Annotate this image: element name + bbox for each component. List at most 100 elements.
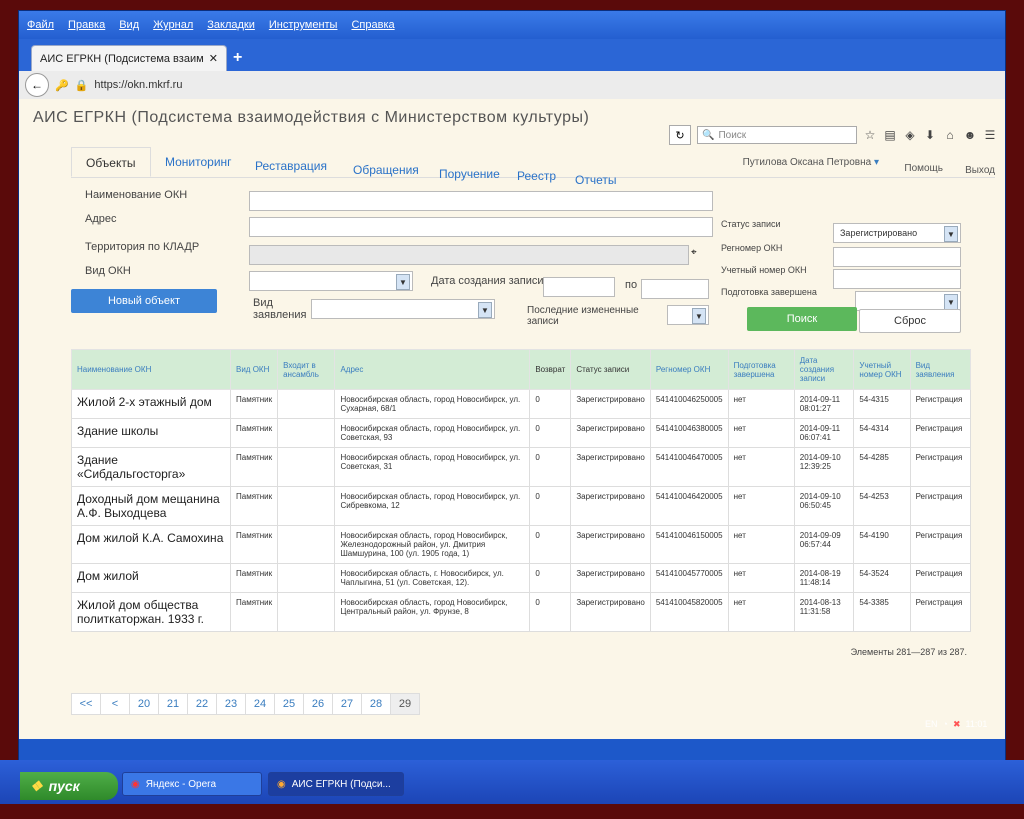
status-select[interactable]: Зарегистрировано ▼ (833, 223, 961, 243)
cell-name: Здание «Сибдальгосторга» (71, 447, 231, 487)
tab-monitoring[interactable]: Мониторинг (165, 155, 232, 169)
cell-ret: 0 (529, 447, 572, 487)
application-type-select[interactable]: ▼ (311, 299, 495, 319)
menu-edit[interactable]: Правка (68, 19, 105, 31)
cell-reg: 541410045770005 (649, 563, 729, 593)
cell-app: Регистрация (909, 486, 972, 526)
table-row[interactable]: Доходный дом мещанина А.Ф. Выходцева Памя… (71, 486, 972, 526)
column-header[interactable]: Вид ОКН (229, 349, 279, 390)
exit-link[interactable]: Выход (965, 165, 995, 176)
menu-history[interactable]: Журнал (153, 19, 193, 31)
column-header[interactable]: Подготовка завершена (727, 349, 795, 390)
tab-appeals[interactable]: Обращения (353, 163, 419, 177)
search-input[interactable]: 🔍 Поиск (697, 126, 857, 144)
help-link[interactable]: Помощь (904, 163, 943, 174)
language-indicator[interactable]: EN (925, 719, 938, 729)
column-header[interactable]: Регномер ОКН (649, 349, 729, 390)
browser-tab[interactable]: АИС ЕГРКН (Подсистема взаим... ✕ (31, 45, 227, 71)
menu-bookmarks[interactable]: Закладки (207, 19, 255, 31)
taskbar-item-opera[interactable]: ◉ Яндекс - Opera (122, 772, 262, 796)
cell-app: Регистрация (909, 418, 972, 448)
page-link[interactable]: 22 (187, 693, 217, 715)
menu-file[interactable]: Файл (27, 19, 54, 31)
identity-icon[interactable]: 🔑 (55, 79, 69, 92)
page-link[interactable]: < (100, 693, 130, 715)
url-field[interactable]: https://okn.mkrf.ru (94, 79, 264, 91)
new-tab-icon[interactable]: + (233, 49, 242, 67)
page-link[interactable]: << (71, 693, 101, 715)
new-object-button[interactable]: Новый объект (71, 289, 217, 313)
search-button[interactable]: Поиск (747, 307, 857, 331)
table-row[interactable]: Здание школы Памятник Новосибирская област… (71, 418, 972, 448)
cell-ensemble (277, 525, 336, 564)
cell-type: Памятник (229, 486, 279, 526)
menu-help[interactable]: Справка (351, 19, 394, 31)
page-link[interactable]: 26 (303, 693, 333, 715)
menu-icon[interactable]: ☰ (983, 128, 997, 142)
tab-restoration[interactable]: Реставрация (255, 159, 327, 173)
cell-reg: 541410046380005 (649, 418, 729, 448)
column-header[interactable]: Наименование ОКН (71, 349, 231, 390)
page-link[interactable]: 28 (361, 693, 391, 715)
type-select[interactable]: ▼ (249, 271, 413, 291)
table-row[interactable]: Жилой 2-х этажный дом Памятник Новосибирск… (71, 389, 972, 419)
tab-assignment[interactable]: Поручение (439, 167, 500, 181)
cell-type: Памятник (229, 447, 279, 487)
table-row[interactable]: Дом жилой К.А. Самохина Памятник Новосибир… (71, 525, 972, 564)
prep-select[interactable]: ▼ (855, 291, 961, 311)
close-tab-icon[interactable]: ✕ (209, 52, 218, 65)
table-row[interactable]: Здание «Сибдальгосторга» Памятник Новосиби… (71, 447, 972, 487)
home-icon[interactable]: ⌂ (943, 128, 957, 142)
address-input[interactable] (249, 217, 713, 237)
page-link[interactable]: 21 (158, 693, 188, 715)
cell-status: Зарегистрировано (570, 389, 651, 419)
accnum-input[interactable] (833, 269, 961, 289)
reset-button[interactable]: Сброс (859, 309, 961, 333)
regnum-input[interactable] (833, 247, 961, 267)
page-link[interactable]: 29 (390, 693, 420, 715)
reload-icon[interactable]: ↻ (669, 125, 691, 145)
back-icon[interactable]: ← (25, 73, 49, 97)
column-header[interactable]: Возврат (529, 349, 572, 390)
star-icon[interactable]: ☆ (863, 128, 877, 142)
column-header[interactable]: Учетный номер ОКН (853, 349, 911, 390)
chat-icon[interactable]: ☻ (963, 128, 977, 142)
menu-tools[interactable]: Инструменты (269, 19, 338, 31)
table-row[interactable]: Жилой дом общества политкаторжан. 1933 г… (71, 592, 972, 632)
date-from-input[interactable] (543, 277, 615, 297)
cell-address: Новосибирская область, город Новосибирск… (334, 525, 531, 564)
cell-status: Зарегистрировано (570, 592, 651, 632)
column-header[interactable]: Вид заявления (909, 349, 972, 390)
user-menu[interactable]: Путилова Оксана Петровна ▾ (743, 157, 879, 168)
start-button[interactable]: ❖ пуск (20, 772, 118, 800)
page-link[interactable]: 27 (332, 693, 362, 715)
menu-view[interactable]: Вид (119, 19, 139, 31)
column-header[interactable]: Статус записи (570, 349, 651, 390)
chevron-down-icon: ▼ (478, 302, 492, 318)
cell-status: Зарегистрировано (570, 486, 651, 526)
column-header[interactable]: Входит в ансамбль (277, 349, 336, 390)
tab-objects[interactable]: Объекты (71, 147, 151, 177)
page-link[interactable]: 20 (129, 693, 159, 715)
column-header[interactable]: Адрес (334, 349, 531, 390)
column-header[interactable]: Дата создания записи (793, 349, 855, 390)
cell-status: Зарегистрировано (570, 563, 651, 593)
cell-acc: 54-4253 (853, 486, 911, 526)
page-link[interactable]: 25 (274, 693, 304, 715)
cell-reg: 541410046470005 (649, 447, 729, 487)
table-row[interactable]: Дом жилой Памятник Новосибирская область, … (71, 563, 972, 593)
download-icon[interactable]: ⬇ (923, 128, 937, 142)
taskbar-item-firefox[interactable]: ◉ АИС ЕГРКН (Подси... (268, 772, 404, 796)
pocket-icon[interactable]: ◈ (903, 128, 917, 142)
name-input[interactable] (249, 191, 713, 211)
cell-type: Памятник (229, 563, 279, 593)
territory-input[interactable] (249, 245, 689, 265)
date-to-input[interactable] (641, 279, 709, 299)
last-changed-select[interactable]: ▼ (667, 305, 709, 325)
page-link[interactable]: 24 (245, 693, 275, 715)
tab-registry[interactable]: Реестр (517, 169, 556, 183)
page-link[interactable]: 23 (216, 693, 246, 715)
reading-list-icon[interactable]: ▤ (883, 128, 897, 142)
tab-reports[interactable]: Отчеты (575, 173, 616, 187)
location-icon[interactable]: ⌖ (691, 247, 697, 258)
